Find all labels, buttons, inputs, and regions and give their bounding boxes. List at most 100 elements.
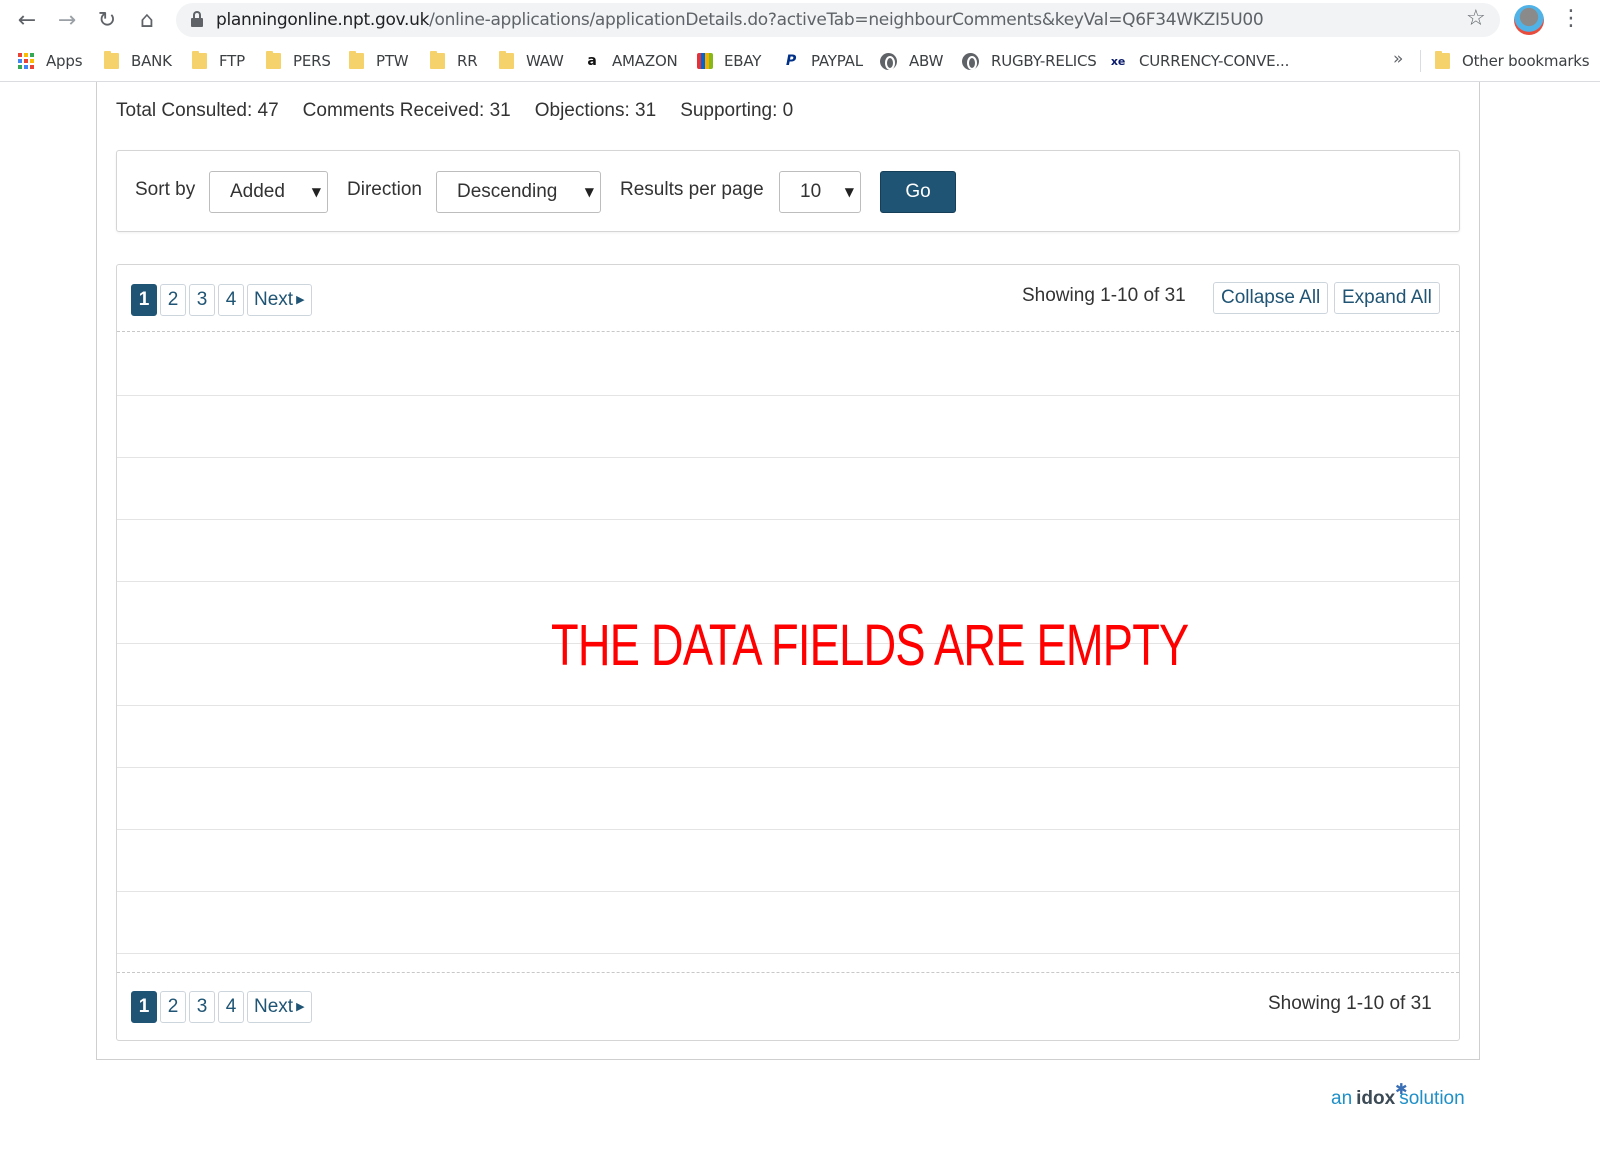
- page-2-link[interactable]: 2: [160, 991, 186, 1023]
- globe-icon: [962, 52, 979, 70]
- bookmark-currency[interactable]: xe CURRENCY-CONVE...: [1108, 50, 1289, 72]
- bookmark-star-icon[interactable]: ☆: [1466, 6, 1486, 31]
- comment-row: [117, 829, 1459, 830]
- bookmark-label: ABW: [909, 52, 944, 70]
- folder-icon: [104, 51, 119, 69]
- bookmark-label: PERS: [293, 52, 331, 70]
- bookmarks-divider: [1420, 50, 1421, 72]
- browser-menu-icon[interactable]: ⋮: [1560, 6, 1582, 31]
- comment-row: [117, 705, 1459, 706]
- page-2-link[interactable]: 2: [160, 284, 186, 316]
- bookmarks-overflow-icon[interactable]: »: [1393, 49, 1403, 69]
- showing-count-top: Showing 1-10 of 31: [1022, 285, 1186, 306]
- idox-swirl-icon: ✱: [1395, 1080, 1408, 1098]
- page-4-link[interactable]: 4: [218, 991, 244, 1023]
- folder-icon: [266, 51, 281, 69]
- sort-by-label: Sort by: [135, 179, 196, 200]
- next-page-link[interactable]: Next ▶: [247, 991, 312, 1023]
- page-3-link[interactable]: 3: [189, 991, 215, 1023]
- bookmark-bank[interactable]: BANK: [104, 50, 172, 72]
- bookmark-apps[interactable]: Apps: [18, 50, 83, 72]
- pager-top: 1 2 3 4 Next ▶: [131, 284, 312, 316]
- bookmark-amazon[interactable]: a AMAZON: [583, 50, 678, 72]
- forward-arrow-icon[interactable]: →: [53, 6, 81, 34]
- folder-icon: [499, 51, 514, 69]
- expand-all-button[interactable]: Expand All: [1334, 282, 1440, 314]
- xe-icon: xe: [1110, 54, 1126, 68]
- bookmark-label: RR: [457, 52, 478, 70]
- collapse-all-button[interactable]: Collapse All: [1213, 282, 1329, 314]
- logo-solution: solution: [1399, 1088, 1465, 1109]
- divider: [117, 972, 1459, 973]
- bookmark-ebay[interactable]: EBAY: [697, 50, 761, 72]
- bookmark-label: FTP: [219, 52, 245, 70]
- comment-row: [117, 581, 1459, 582]
- bookmark-label: WAW: [526, 52, 564, 70]
- page-1-link[interactable]: 1: [131, 284, 157, 316]
- address-bar[interactable]: planningonline.npt.gov.uk/online-applica…: [176, 3, 1500, 37]
- direction-select[interactable]: Descending ▼: [436, 171, 601, 213]
- bookmark-ptw[interactable]: PTW: [349, 50, 409, 72]
- total-consulted: Total Consulted: 47: [116, 100, 279, 121]
- comments-received: Comments Received: 31: [302, 100, 511, 121]
- bookmark-label: CURRENCY-CONVE...: [1139, 52, 1290, 70]
- folder-icon: [1435, 51, 1450, 69]
- bookmark-label: RUGBY-RELICS: [991, 52, 1097, 70]
- objections-count: Objections: 31: [534, 100, 657, 121]
- bookmark-abw[interactable]: ABW: [880, 50, 943, 72]
- bookmark-label: Other bookmarks: [1462, 52, 1590, 70]
- caret-right-icon: ▶: [296, 1000, 305, 1013]
- bookmark-label: AMAZON: [612, 52, 678, 70]
- url-text[interactable]: planningonline.npt.gov.uk/online-applica…: [216, 10, 1264, 30]
- lock-icon: [190, 11, 204, 28]
- reload-icon[interactable]: ↻: [93, 6, 121, 34]
- comment-row: [117, 395, 1459, 396]
- dropdown-arrow-icon: ▼: [584, 185, 594, 199]
- comment-row: [117, 767, 1459, 768]
- results-per-page-label: Results per page: [620, 179, 764, 200]
- empty-data-annotation: THE DATA FIELDS ARE EMPTY: [551, 613, 1189, 678]
- bookmark-label: EBAY: [724, 52, 762, 70]
- comment-row: [117, 457, 1459, 458]
- next-page-link[interactable]: Next ▶: [247, 284, 312, 316]
- page-1-link[interactable]: 1: [131, 991, 157, 1023]
- idox-logo[interactable]: an idox solution ✱: [1331, 1080, 1465, 1110]
- next-label: Next: [254, 289, 294, 310]
- bookmark-waw[interactable]: WAW: [499, 50, 564, 72]
- folder-icon: [192, 51, 207, 69]
- apps-grid-icon: [18, 53, 34, 69]
- bookmark-label: PAYPAL: [811, 52, 863, 70]
- bookmark-other[interactable]: Other bookmarks: [1435, 50, 1590, 72]
- bookmark-ftp[interactable]: FTP: [192, 50, 245, 72]
- browser-toolbar: ← → ↻ ⌂ planningonline.npt.gov.uk/online…: [0, 0, 1600, 40]
- caret-right-icon: ▶: [296, 293, 305, 306]
- amazon-icon: a: [587, 53, 597, 69]
- bookmark-rugby-relics[interactable]: RUGBY-RELICS: [962, 50, 1097, 72]
- page-4-link[interactable]: 4: [218, 284, 244, 316]
- bookmark-pers[interactable]: PERS: [266, 50, 331, 72]
- page-3-link[interactable]: 3: [189, 284, 215, 316]
- sort-options-panel: Sort by Added ▼ Direction Descending ▼ R…: [116, 150, 1460, 232]
- go-button[interactable]: Go: [880, 171, 956, 213]
- next-label: Next: [254, 996, 294, 1017]
- bookmark-paypal[interactable]: P PAYPAL: [782, 50, 863, 72]
- results-per-page-select[interactable]: 10 ▼: [779, 171, 861, 213]
- bookmark-label: BANK: [131, 52, 172, 70]
- profile-avatar[interactable]: [1514, 5, 1544, 35]
- consultation-stats: Total Consulted: 47 Comments Received: 3…: [116, 100, 793, 122]
- sort-by-select[interactable]: Added ▼: [209, 171, 328, 213]
- sort-by-value: Added: [230, 181, 285, 202]
- showing-count-bottom: Showing 1-10 of 31: [1268, 993, 1432, 1014]
- logo-an: an: [1331, 1088, 1353, 1109]
- back-arrow-icon[interactable]: ←: [13, 6, 41, 34]
- bookmark-rr[interactable]: RR: [430, 50, 478, 72]
- url-path: /online-applications/applicationDetails.…: [429, 10, 1264, 30]
- pager-bottom: 1 2 3 4 Next ▶: [131, 991, 312, 1023]
- results-per-page-value: 10: [800, 181, 822, 202]
- url-host: planningonline.npt.gov.uk: [216, 10, 430, 30]
- logo-idox: idox: [1356, 1088, 1396, 1109]
- comment-row: [117, 519, 1459, 520]
- direction-value: Descending: [457, 181, 558, 202]
- home-icon[interactable]: ⌂: [133, 6, 161, 34]
- folder-icon: [349, 51, 364, 69]
